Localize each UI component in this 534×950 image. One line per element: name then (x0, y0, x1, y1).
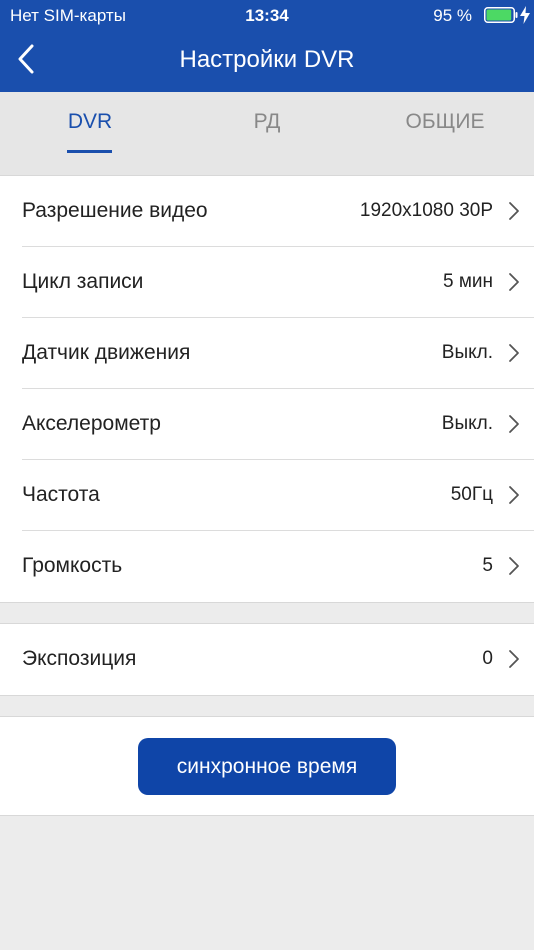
setting-row-exposure[interactable]: Экспозиция 0 (0, 624, 534, 695)
chevron-right-icon (509, 415, 519, 433)
tab-label: РД (253, 110, 281, 133)
settings-group-exposure: Экспозиция 0 (0, 623, 534, 696)
setting-value: 1920x1080 30P (359, 200, 493, 221)
setting-value: 50Гц (450, 484, 493, 505)
setting-value: Выкл. (441, 413, 493, 434)
setting-label: Разрешение видео (22, 199, 208, 222)
setting-value: 5 мин (442, 271, 493, 292)
chevron-right-icon (509, 273, 519, 291)
battery-icon (484, 7, 518, 23)
setting-value: 5 (482, 555, 493, 576)
settings-group-main: Разрешение видео 1920x1080 30P Цикл запи… (0, 175, 534, 603)
tab-bar: DVR РД ОБЩИЕ (0, 92, 534, 176)
chevron-right-icon (509, 344, 519, 362)
setting-row-volume[interactable]: Громкость 5 (0, 531, 534, 602)
chevron-right-icon (509, 650, 519, 668)
setting-label: Громкость (22, 554, 123, 577)
setting-label: Цикл записи (22, 270, 144, 293)
sync-time-button[interactable]: синхронное время (138, 738, 396, 795)
setting-value: 0 (482, 648, 493, 669)
setting-row-video-resolution[interactable]: Разрешение видео 1920x1080 30P (0, 176, 534, 247)
chevron-right-icon (509, 486, 519, 504)
setting-row-record-cycle[interactable]: Цикл записи 5 мин (0, 247, 534, 318)
setting-label: Частота (22, 483, 100, 506)
battery-percent: 95 % (433, 6, 472, 25)
setting-label: Датчик движения (22, 341, 191, 364)
page-title: Настройки DVR (179, 46, 355, 73)
tab-label: DVR (67, 110, 113, 133)
setting-row-accelerometer[interactable]: Акселерометр Выкл. (0, 389, 534, 460)
charging-bolt-icon (520, 6, 530, 24)
setting-label: Акселерометр (22, 412, 161, 435)
tab-rd[interactable]: РД (217, 110, 317, 150)
status-bar: Нет SIM-карты 13:34 95 % (0, 0, 534, 30)
nav-bar: Настройки DVR (0, 30, 534, 92)
setting-label: Экспозиция (22, 647, 137, 670)
active-tab-indicator (67, 150, 112, 153)
chevron-right-icon (509, 202, 519, 220)
tab-general[interactable]: ОБЩИЕ (385, 110, 505, 150)
setting-row-motion-sensor[interactable]: Датчик движения Выкл. (0, 318, 534, 389)
chevron-right-icon (509, 557, 519, 575)
tab-dvr[interactable]: DVR (40, 110, 140, 150)
sync-button-area: синхронное время (0, 716, 534, 816)
setting-value: Выкл. (441, 342, 493, 363)
setting-row-frequency[interactable]: Частота 50Гц (0, 460, 534, 531)
tab-label: ОБЩИЕ (405, 110, 485, 133)
